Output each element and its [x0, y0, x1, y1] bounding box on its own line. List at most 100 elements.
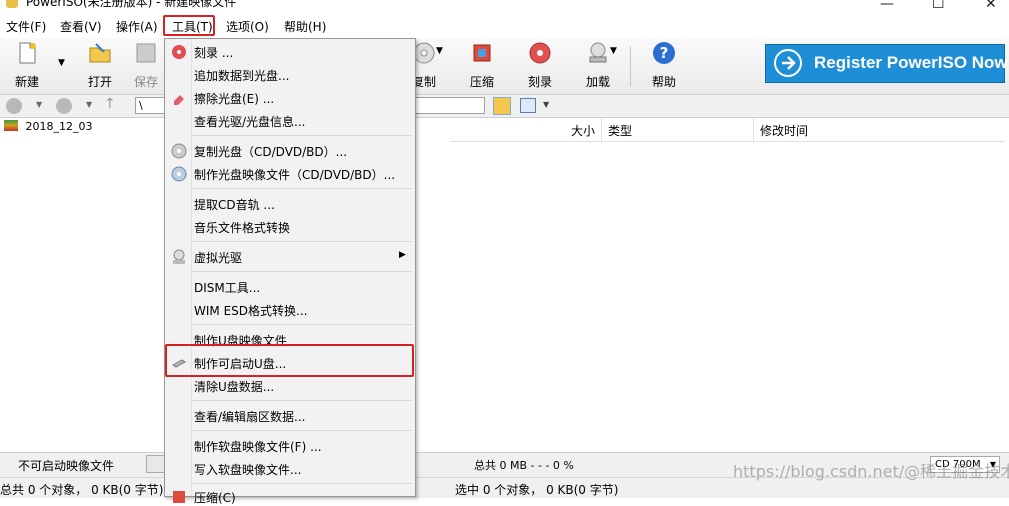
column-type[interactable]: 类型 — [608, 122, 632, 139]
back-dropdown-icon[interactable]: ▼ — [36, 100, 42, 109]
image-type-status: 不可启动映像文件 — [18, 459, 115, 473]
mount-button-label: 加载 — [585, 75, 610, 89]
new-dropdown-arrow-icon[interactable]: ▼ — [58, 58, 65, 68]
folder-view-icon[interactable] — [493, 97, 511, 115]
burn-disc-icon — [172, 45, 186, 59]
virtual-drive-icon — [173, 249, 185, 264]
menu-icon-gutter — [165, 39, 192, 496]
minimize-button[interactable]: — — [880, 0, 894, 12]
mount-dropdown-arrow-icon[interactable]: ▼ — [610, 46, 617, 56]
view-mode-dropdown-icon[interactable]: ▼ — [543, 100, 549, 109]
open-button-label: 打开 — [87, 75, 112, 89]
maximize-button[interactable]: ☐ — [932, 0, 945, 12]
archive-icon — [4, 120, 18, 131]
new-button[interactable]: 新建 — [1, 41, 53, 90]
compress-button-label: 压缩 — [469, 75, 494, 89]
open-folder-icon — [89, 43, 111, 63]
submenu-arrow-icon: ▶ — [399, 250, 406, 260]
menu-item-virtual-drive[interactable]: 虚拟光驱 — [194, 249, 242, 266]
menu-view[interactable]: 查看(V) — [60, 18, 102, 35]
menu-bar: 文件(F) 查看(V) 操作(A) 工具(T) 选项(O) 帮助(H) — [0, 14, 1009, 38]
app-icon — [6, 0, 18, 8]
open-button[interactable]: 打开 — [74, 41, 126, 90]
eraser-icon — [174, 95, 184, 105]
view-mode-icon[interactable] — [520, 98, 536, 113]
svg-text:?: ? — [660, 44, 669, 62]
menu-tools-highlight — [163, 15, 215, 36]
menu-item-audio-convert[interactable]: 音乐文件格式转换 — [194, 219, 290, 236]
menu-item-erase-disc[interactable]: 擦除光盘(E) ... — [194, 90, 274, 107]
window-title: PowerISO(未注册版本) - 新建映像文件 — [26, 0, 237, 9]
copy-disc-icon — [171, 143, 187, 159]
address-bar: ▼ ▼ ↑ \ ▼ — [0, 95, 1009, 118]
title-bar: PowerISO(未注册版本) - 新建映像文件 — ☐ ✕ — [0, 0, 1009, 14]
help-button-label: 帮助 — [651, 75, 676, 89]
mount-drive-icon — [589, 42, 607, 63]
watermark: https://blog.csdn.net/@稀土掘金技术社区 — [733, 462, 1009, 481]
help-icon: ? — [653, 42, 675, 64]
back-icon[interactable] — [6, 98, 22, 114]
menu-separator — [192, 241, 412, 242]
compress-icon — [473, 44, 491, 62]
tree-item[interactable]: 2018_12_03 — [4, 120, 93, 133]
burn-disc-icon — [529, 42, 551, 64]
menu-item-floppy-image[interactable]: 制作软盘映像文件(F) ... — [194, 438, 322, 455]
selected-objects-status: 选中 0 个对象， 0 KB(0 字节) — [455, 483, 619, 497]
toolbar: 新建 ▼ 打开 保存 复制 ▼ 压缩 刻录 加载 ▼ ? 帮助 Register… — [0, 38, 1009, 95]
compress-button[interactable]: 压缩 — [456, 41, 508, 90]
menu-item-make-disc-image[interactable]: 制作光盘映像文件（CD/DVD/BD）... — [194, 166, 395, 183]
forward-icon[interactable] — [56, 98, 72, 114]
column-divider[interactable] — [753, 118, 754, 141]
menu-item-burn[interactable]: 刻录 ... — [194, 44, 233, 61]
menu-item-wim-esd[interactable]: WIM ESD格式转换... — [194, 302, 307, 319]
bootable-usb-highlight — [165, 344, 414, 377]
menu-item-append-data[interactable]: 追加数据到光盘... — [194, 67, 289, 84]
close-button[interactable]: ✕ — [985, 0, 997, 12]
register-button[interactable]: Register PowerISO Now — [765, 44, 1008, 83]
burn-button-label: 刻录 — [527, 75, 552, 89]
compress-icon — [173, 491, 185, 503]
menu-item-dism[interactable]: DISM工具... — [194, 279, 260, 296]
menu-item-rip-audio[interactable]: 提取CD音轨 ... — [194, 196, 275, 213]
progress-bar — [146, 455, 166, 473]
menu-item-sector-editor[interactable]: 查看/编辑扇区数据... — [194, 408, 306, 425]
menu-separator — [192, 400, 412, 401]
help-button[interactable]: ? 帮助 — [638, 41, 690, 90]
column-modified[interactable]: 修改时间 — [760, 122, 808, 139]
total-objects-status: 总共 0 个对象， 0 KB(0 字节) — [0, 483, 164, 497]
arrow-right-icon — [774, 49, 802, 77]
menu-separator — [192, 324, 412, 325]
forward-dropdown-icon[interactable]: ▼ — [86, 100, 92, 109]
tree-item-label: 2018_12_03 — [25, 120, 93, 133]
up-folder-icon[interactable]: ↑ — [104, 96, 116, 112]
toolbar-separator — [630, 46, 631, 86]
column-divider[interactable] — [601, 118, 602, 141]
menu-item-write-floppy[interactable]: 写入软盘映像文件... — [194, 461, 301, 478]
menu-file[interactable]: 文件(F) — [6, 18, 46, 35]
menu-help[interactable]: 帮助(H) — [284, 18, 326, 35]
menu-item-drive-info[interactable]: 查看光驱/光盘信息... — [194, 113, 306, 130]
menu-separator — [192, 188, 412, 189]
menu-options[interactable]: 选项(O) — [226, 18, 269, 35]
register-label: Register PowerISO Now — [814, 53, 1008, 72]
save-button-label: 保存 — [133, 75, 158, 89]
menu-item-compress[interactable]: 压缩(C) — [194, 489, 236, 506]
tools-dropdown-menu: 刻录 ... 追加数据到光盘... 擦除光盘(E) ... 查看光驱/光盘信息.… — [164, 38, 416, 505]
file-list-header: 大小 类型 修改时间 — [450, 118, 1005, 142]
new-button-label: 新建 — [14, 75, 39, 89]
menu-item-clear-usb[interactable]: 清除U盘数据... — [194, 378, 274, 395]
menu-separator — [192, 430, 412, 431]
disc-image-icon — [171, 166, 187, 182]
menu-action[interactable]: 操作(A) — [116, 18, 158, 35]
menu-separator — [192, 271, 412, 272]
folder-tree: 2018_12_03 — [0, 118, 165, 448]
new-file-icon — [19, 42, 36, 64]
save-icon — [136, 43, 156, 63]
copy-dropdown-arrow-icon[interactable]: ▼ — [436, 46, 443, 56]
menu-separator — [192, 135, 412, 136]
menu-separator — [192, 483, 412, 484]
save-button[interactable]: 保存 — [128, 41, 164, 90]
menu-item-copy-disc[interactable]: 复制光盘（CD/DVD/BD）... — [194, 143, 347, 160]
burn-button[interactable]: 刻录 — [514, 41, 566, 90]
column-size[interactable]: 大小 — [571, 122, 595, 139]
